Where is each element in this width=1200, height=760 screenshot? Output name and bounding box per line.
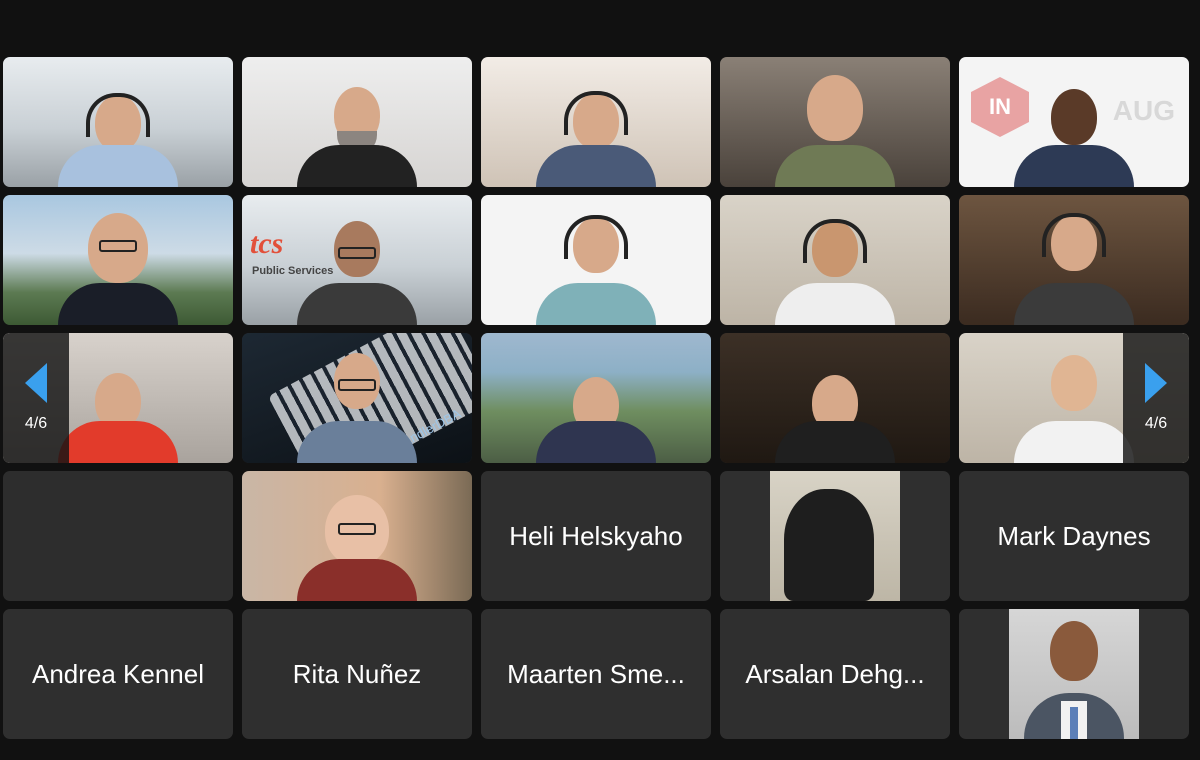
video-tile[interactable]: 4/6	[959, 333, 1189, 463]
participant-torso	[775, 283, 895, 325]
video-tile[interactable]	[242, 471, 472, 601]
headset	[86, 93, 150, 137]
video-feed	[720, 195, 950, 325]
participant-grid: IN AUG tcs Public Services 4/6 @chandler…	[3, 57, 1189, 739]
participant-torso	[297, 283, 417, 325]
video-tile[interactable]: @chandlerDBA	[242, 333, 472, 463]
participant-name: Mark Daynes	[997, 520, 1151, 551]
video-tile[interactable]	[481, 195, 711, 325]
participant-torso	[775, 421, 895, 463]
video-feed	[720, 333, 950, 463]
glasses	[338, 523, 376, 535]
video-feed	[3, 195, 233, 325]
page-indicator: 4/6	[1144, 415, 1168, 432]
arrow-left-icon	[25, 363, 47, 403]
participant-name: Rita Nuñez	[292, 658, 422, 689]
participant-torso	[297, 145, 417, 187]
video-feed	[481, 57, 711, 187]
inaug-logo-suffix: AUG	[1112, 95, 1175, 126]
participant-torso	[1014, 421, 1134, 463]
participant-avatar-tile[interactable]	[959, 609, 1189, 739]
participant-name-tile[interactable]: Mark Daynes	[959, 471, 1189, 601]
video-feed	[242, 57, 472, 187]
tie	[1070, 707, 1078, 739]
participant-torso	[58, 421, 178, 463]
participant-name-tile[interactable]: Andrea Kennel	[3, 609, 233, 739]
video-feed: IN AUG	[959, 57, 1189, 187]
participant-torso	[297, 559, 417, 601]
video-feed: tcs Public Services	[242, 195, 472, 325]
glasses	[338, 379, 376, 391]
glasses	[99, 240, 137, 252]
headset	[803, 219, 867, 263]
participant-torso	[536, 421, 656, 463]
participant-head	[1051, 355, 1097, 411]
video-feed	[481, 333, 711, 463]
hat-shadow	[784, 489, 874, 601]
participant-torso	[775, 145, 895, 187]
participant-name-tile[interactable]: Rita Nuñez	[242, 609, 472, 739]
participant-head	[1051, 89, 1097, 145]
video-feed	[242, 471, 472, 601]
video-tile[interactable]	[481, 57, 711, 187]
page-indicator: 4/6	[24, 415, 48, 432]
participant-name: Andrea Kennel	[31, 658, 205, 689]
participant-head	[1050, 621, 1098, 681]
participant-torso	[536, 145, 656, 187]
tcs-subtitle: Public Services	[252, 265, 334, 277]
participant-name-tile[interactable]: Heli Helskyaho	[481, 471, 711, 601]
previous-page-button[interactable]: 4/6	[3, 333, 69, 463]
video-tile[interactable]	[242, 57, 472, 187]
video-feed: @chandlerDBA	[242, 333, 472, 463]
video-tile[interactable]: 4/6	[3, 333, 233, 463]
headset	[1042, 213, 1106, 257]
next-page-button[interactable]: 4/6	[1123, 333, 1189, 463]
avatar	[1009, 609, 1139, 739]
participant-avatar-tile[interactable]	[720, 471, 950, 601]
video-tile[interactable]	[720, 333, 950, 463]
participant-name: Maarten Sme...	[507, 658, 685, 689]
avatar	[770, 471, 900, 601]
glasses	[338, 247, 376, 259]
participant-torso	[58, 145, 178, 187]
video-tile[interactable]	[720, 57, 950, 187]
participant-name-tile[interactable]: Arsalan Dehg...	[720, 609, 950, 739]
video-tile[interactable]	[959, 195, 1189, 325]
headset	[564, 91, 628, 135]
video-feed	[481, 195, 711, 325]
arrow-right-icon	[1145, 363, 1167, 403]
participant-name: Heli Helskyaho	[509, 520, 683, 551]
participant-torso	[58, 283, 178, 325]
video-feed	[959, 195, 1189, 325]
video-tile[interactable]	[720, 195, 950, 325]
video-tile[interactable]: tcs Public Services	[242, 195, 472, 325]
video-feed	[3, 57, 233, 187]
participant-name: Arsalan Dehg...	[745, 658, 925, 689]
video-tile[interactable]	[3, 195, 233, 325]
participant-name-tile[interactable]: Maarten Sme...	[481, 609, 711, 739]
participant-torso	[536, 283, 656, 325]
video-tile[interactable]	[481, 333, 711, 463]
empty-tile	[3, 471, 233, 601]
participant-torso	[1014, 283, 1134, 325]
participant-torso	[1014, 145, 1134, 187]
video-tile[interactable]: IN AUG	[959, 57, 1189, 187]
video-feed	[720, 57, 950, 187]
video-tile[interactable]	[3, 57, 233, 187]
tcs-logo: tcs	[250, 227, 284, 260]
headset	[564, 215, 628, 259]
inaug-logo: IN	[971, 77, 1029, 137]
participant-head	[807, 75, 863, 141]
